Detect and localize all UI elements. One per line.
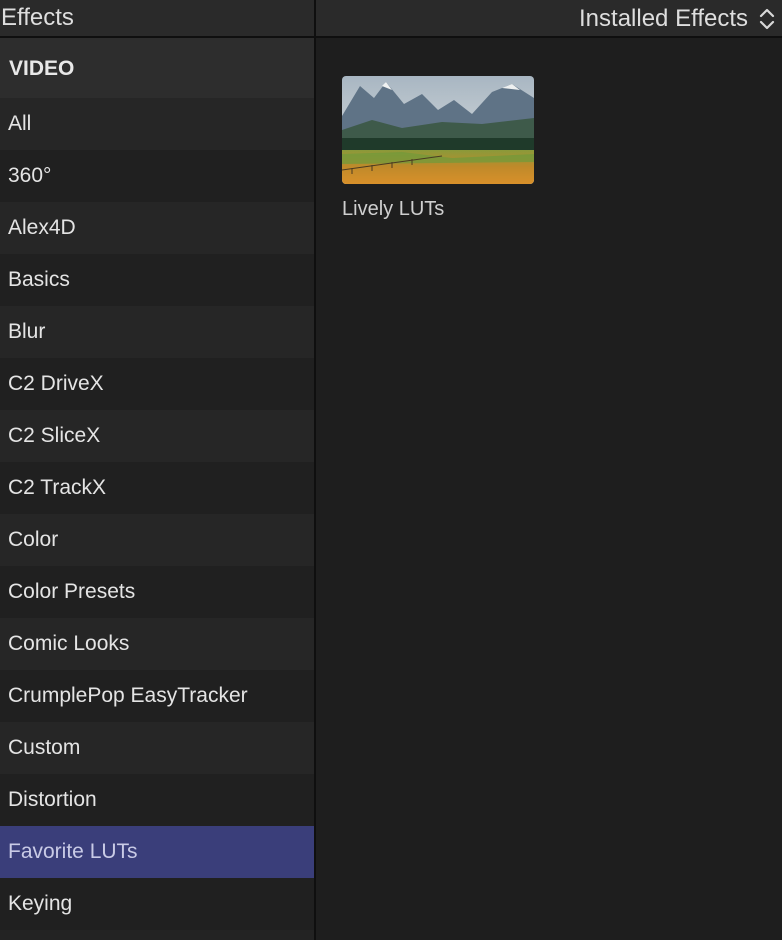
sidebar-item-basics[interactable]: Basics: [0, 254, 314, 306]
header-divider: [314, 0, 316, 38]
selector-label: Installed Effects: [579, 5, 748, 32]
mountain-landscape-thumbnail: [342, 76, 534, 184]
panel-title: Effects: [1, 4, 74, 31]
sidebar-item-c2-slicex[interactable]: C2 SliceX: [0, 410, 314, 462]
sidebar-item-color-presets[interactable]: Color Presets: [0, 566, 314, 618]
effect-card-lively-luts[interactable]: Lively LUTs: [342, 76, 534, 221]
sidebar-item-crumplepop-easytracker[interactable]: CrumplePop EasyTracker: [0, 670, 314, 722]
installed-effects-selector[interactable]: Installed Effects: [579, 0, 776, 38]
sidebar-item-360[interactable]: 360°: [0, 150, 314, 202]
category-list: All 360° Alex4D Basics Blur C2 DriveX C2 Slice…: [0, 98, 314, 930]
sidebar-item-color[interactable]: Color: [0, 514, 314, 566]
effects-header: Effects Installed Effects: [0, 0, 782, 38]
effects-browser: Effects Installed Effects VIDEO All 360° A…: [0, 0, 782, 940]
effects-grid: Lively LUTs: [316, 38, 782, 940]
sidebar-item-c2-trackx[interactable]: C2 TrackX: [0, 462, 314, 514]
sidebar-item-all[interactable]: All: [0, 98, 314, 150]
sidebar-item-alex4d[interactable]: Alex4D: [0, 202, 314, 254]
category-sidebar: VIDEO All 360° Alex4D Basics Blur C2 DriveX C2…: [0, 38, 314, 940]
sidebar-item-comic-looks[interactable]: Comic Looks: [0, 618, 314, 670]
section-header-video: VIDEO: [0, 38, 314, 98]
sidebar-item-blur[interactable]: Blur: [0, 306, 314, 358]
sidebar-item-c2-drivex[interactable]: C2 DriveX: [0, 358, 314, 410]
sidebar-item-favorite-luts[interactable]: Favorite LUTs: [0, 826, 314, 878]
sidebar-item-custom[interactable]: Custom: [0, 722, 314, 774]
sidebar-item-distortion[interactable]: Distortion: [0, 774, 314, 826]
effect-label: Lively LUTs: [342, 198, 445, 220]
sidebar-item-keying[interactable]: Keying: [0, 878, 314, 930]
up-down-chevron-icon: [759, 8, 775, 30]
